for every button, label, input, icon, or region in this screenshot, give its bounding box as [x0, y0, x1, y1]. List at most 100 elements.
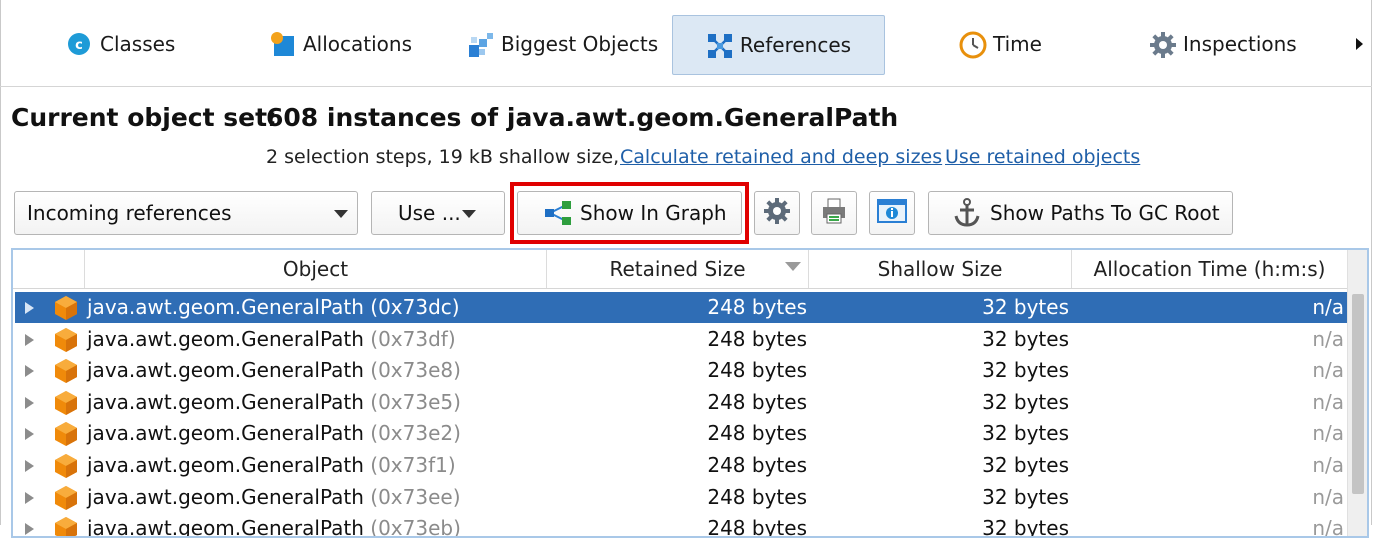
- object-name-cell: java.awt.geom.GeneralPath (0x73f1): [87, 450, 456, 481]
- settings-button[interactable]: [754, 191, 800, 235]
- object-address: (0x73dc): [370, 295, 460, 319]
- current-object-set-value: 608 instances of java.awt.geom.GeneralPa…: [266, 103, 899, 132]
- object-instance-icon: [53, 485, 79, 511]
- tab-label: Time: [993, 32, 1042, 56]
- object-name-cell: java.awt.geom.GeneralPath (0x73e2): [87, 418, 461, 449]
- shallow-size-cell: 32 bytes: [982, 326, 1069, 351]
- object-class-name: java.awt.geom.GeneralPath: [87, 484, 364, 509]
- allocation-time-cell: n/a: [1312, 453, 1344, 477]
- object-class-name: java.awt.geom.GeneralPath: [87, 295, 364, 319]
- tab-biggest-objects[interactable]: Biggest Objects: [467, 14, 658, 74]
- retained-size-cell: 248 bytes: [707, 295, 807, 319]
- table-row[interactable]: java.awt.geom.GeneralPath (0x73e8) 248 by…: [15, 355, 1347, 386]
- table-row[interactable]: java.awt.geom.GeneralPath (0x73e2) 248 by…: [15, 418, 1347, 449]
- shallow-size-cell: 32 bytes: [982, 295, 1069, 319]
- vertical-scrollbar[interactable]: [1347, 250, 1367, 536]
- biggest-objects-icon: [467, 31, 493, 57]
- object-name-cell: java.awt.geom.GeneralPath (0x73e5): [87, 387, 461, 418]
- object-address: (0x73ee): [370, 484, 461, 509]
- expand-arrow-icon[interactable]: [25, 302, 34, 314]
- expand-arrow-icon[interactable]: [25, 396, 34, 409]
- info-button[interactable]: [869, 191, 915, 235]
- print-button[interactable]: [811, 191, 857, 235]
- tab-label: Classes: [100, 32, 176, 56]
- allocation-time-cell: n/a: [1312, 421, 1344, 446]
- retained-size-cell: 248 bytes: [707, 326, 807, 351]
- chevron-down-icon: [334, 210, 348, 218]
- tab-inspections[interactable]: Inspections: [1149, 14, 1297, 74]
- use-retained-objects-link[interactable]: Use retained objects: [945, 146, 1140, 168]
- object-instance-icon: [53, 327, 79, 353]
- tab-allocations[interactable]: Allocations: [269, 14, 412, 74]
- table-row[interactable]: java.awt.geom.GeneralPath (0x73eb) 248 by…: [15, 513, 1347, 538]
- reference-type-dropdown[interactable]: Incoming references: [14, 191, 358, 235]
- object-class-name: java.awt.geom.GeneralPath: [87, 358, 364, 383]
- object-name-cell: java.awt.geom.GeneralPath (0x73ee): [87, 482, 461, 513]
- object-address: (0x73f1): [370, 453, 456, 477]
- window-border-left: [0, 0, 1, 525]
- calculate-retained-sizes-link[interactable]: Calculate retained and deep sizes: [620, 146, 942, 168]
- chevron-down-icon: [462, 210, 476, 218]
- gear-icon: [763, 197, 791, 230]
- column-header-retained-size[interactable]: Retained Size: [547, 250, 809, 288]
- expand-arrow-icon[interactable]: [25, 333, 34, 346]
- allocation-time-cell: n/a: [1312, 389, 1344, 414]
- object-name-cell: java.awt.geom.GeneralPath (0x73eb): [87, 513, 461, 538]
- printer-icon: [820, 197, 848, 230]
- retained-size-cell: 248 bytes: [707, 358, 807, 383]
- object-address: (0x73e2): [370, 421, 461, 446]
- table-row[interactable]: java.awt.geom.GeneralPath (0x73df) 248 by…: [15, 324, 1347, 355]
- object-address: (0x73eb): [370, 516, 461, 538]
- window-border-right: [1371, 0, 1372, 525]
- expand-arrow-icon[interactable]: [25, 428, 34, 441]
- object-class-name: java.awt.geom.GeneralPath: [87, 421, 364, 446]
- tab-time[interactable]: Time: [959, 14, 1042, 74]
- tab-references[interactable]: References: [672, 15, 885, 75]
- tab-classes[interactable]: c Classes: [66, 14, 175, 74]
- table-row[interactable]: java.awt.geom.GeneralPath (0x73dc) 248 by…: [15, 292, 1347, 323]
- allocation-time-cell: n/a: [1312, 295, 1344, 319]
- gear-icon: [1149, 31, 1176, 58]
- table-row[interactable]: java.awt.geom.GeneralPath (0x73e5) 248 by…: [15, 387, 1347, 418]
- object-name-cell: java.awt.geom.GeneralPath (0x73dc): [87, 292, 460, 323]
- column-header-object[interactable]: Object: [85, 250, 547, 288]
- shallow-size-cell: 32 bytes: [982, 453, 1069, 477]
- use-button-label: Use ...: [398, 201, 461, 225]
- object-instance-icon: [53, 358, 79, 384]
- expand-arrow-icon[interactable]: [25, 491, 34, 504]
- object-class-name: java.awt.geom.GeneralPath: [87, 389, 364, 414]
- tab-label: Biggest Objects: [501, 32, 659, 56]
- scrollbar-thumb[interactable]: [1352, 294, 1364, 494]
- use-dropdown-button[interactable]: Use ...: [371, 191, 505, 235]
- selection-steps-info: 2 selection steps, 19 kB shallow size,: [266, 146, 620, 168]
- allocation-time-cell: n/a: [1312, 484, 1344, 509]
- anchor-icon: [953, 198, 981, 228]
- sort-descending-icon: [785, 262, 801, 271]
- object-name-cell: java.awt.geom.GeneralPath (0x73e8): [87, 355, 461, 386]
- info-icon: [877, 198, 907, 229]
- object-class-name: java.awt.geom.GeneralPath: [87, 326, 364, 351]
- retained-size-cell: 248 bytes: [707, 484, 807, 509]
- table-row[interactable]: java.awt.geom.GeneralPath (0x73f1) 248 by…: [15, 450, 1347, 481]
- object-class-name: java.awt.geom.GeneralPath: [87, 516, 364, 538]
- expand-arrow-icon[interactable]: [25, 365, 34, 378]
- expand-arrow-icon[interactable]: [25, 460, 34, 472]
- object-address: (0x73df): [370, 326, 456, 351]
- retained-size-cell: 248 bytes: [707, 389, 807, 414]
- tab-label: References: [739, 33, 852, 57]
- table-row[interactable]: java.awt.geom.GeneralPath (0x73ee) 248 by…: [15, 482, 1347, 513]
- column-header-allocation-time[interactable]: Allocation Time (h:m:s): [1072, 250, 1347, 288]
- classes-icon: c: [66, 31, 92, 57]
- object-instance-icon: [53, 453, 79, 479]
- column-header-shallow-size[interactable]: Shallow Size: [809, 250, 1072, 288]
- shallow-size-cell: 32 bytes: [982, 358, 1069, 383]
- show-paths-label: Show Paths To GC Root: [990, 201, 1220, 225]
- object-instance-icon: [53, 516, 79, 536]
- table-header: Object Retained Size Shallow Size Alloca…: [13, 250, 1347, 289]
- more-tabs-arrow-icon[interactable]: [1356, 38, 1363, 50]
- retained-size-cell: 248 bytes: [707, 516, 807, 538]
- retained-size-cell: 248 bytes: [707, 421, 807, 446]
- references-table[interactable]: Object Retained Size Shallow Size Alloca…: [11, 248, 1369, 538]
- show-paths-to-gc-root-button[interactable]: Show Paths To GC Root: [928, 191, 1233, 235]
- svg-text:c: c: [75, 38, 83, 53]
